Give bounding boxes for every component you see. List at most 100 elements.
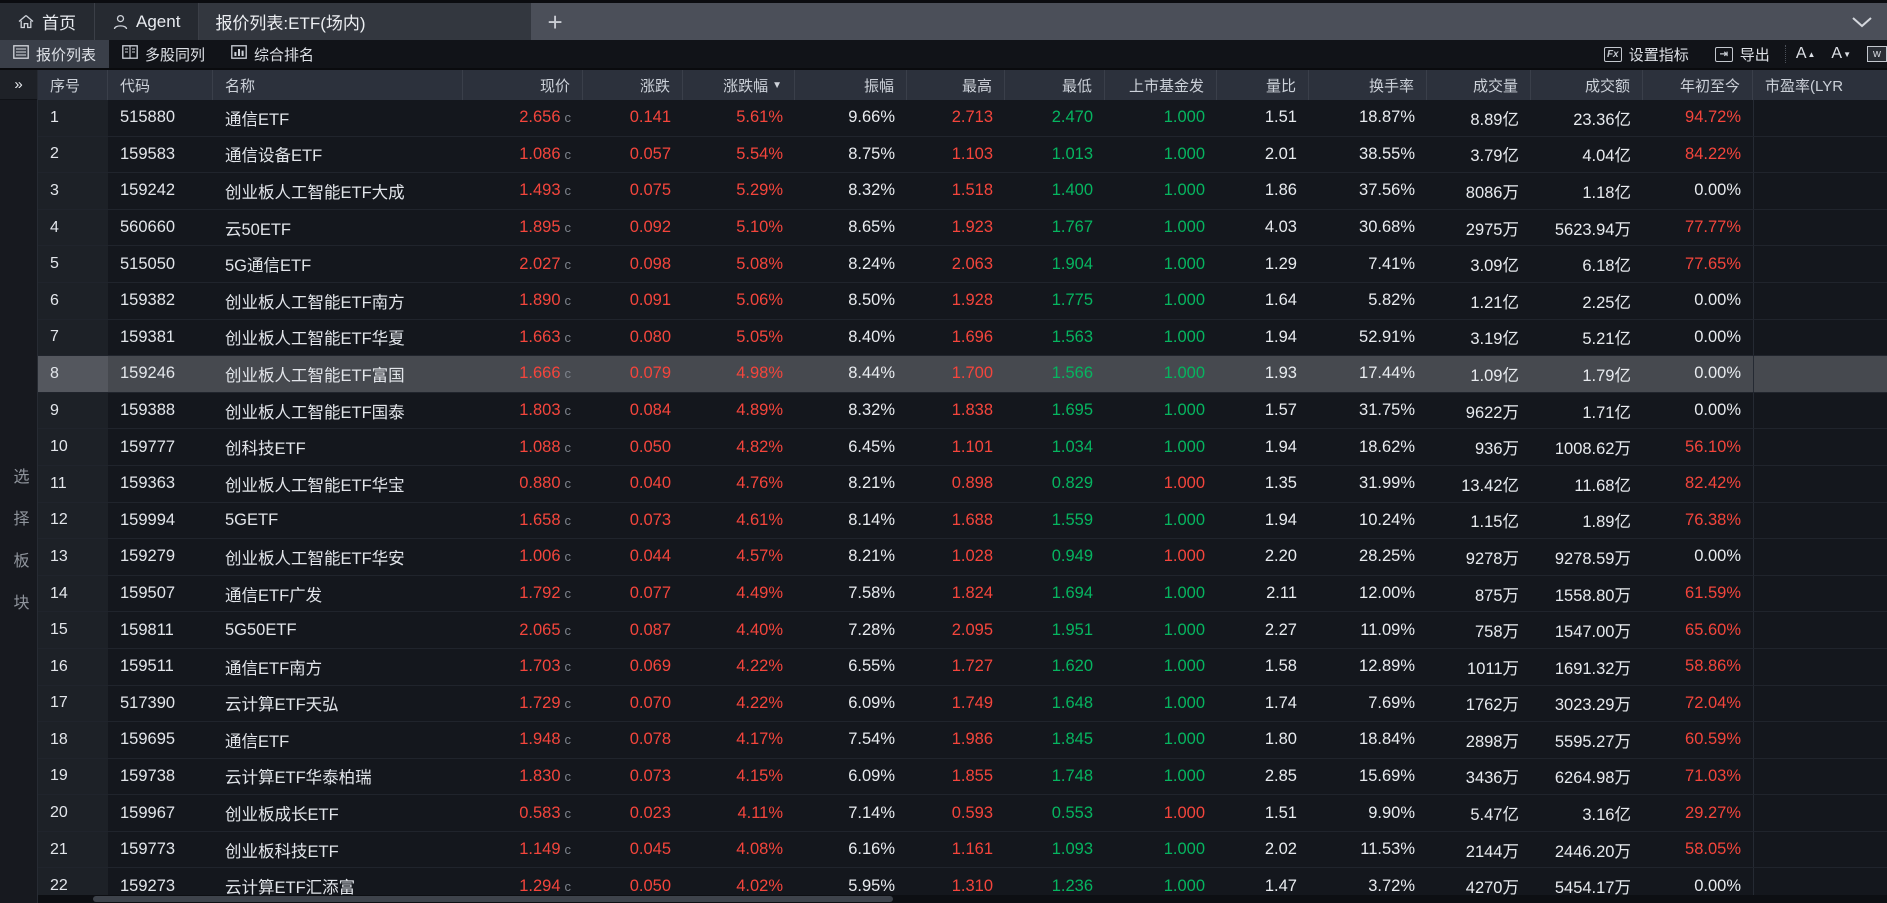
cell-amplitude: 8.32%	[848, 401, 895, 420]
cell-issue-price: 1.000	[1163, 327, 1205, 346]
trading-app-window: 首页 Agent 报价列表:ETF(场内) + 报价列表 多股同列 综合排名 F…	[0, 0, 1887, 903]
cell-volume-ratio: 2.20	[1264, 547, 1297, 566]
cell-ytd: 84.22%	[1685, 144, 1741, 163]
column-header-pe[interactable]: 市盈率(LYR	[1753, 70, 1887, 100]
table-row[interactable]: 4 560660 云50ETF 1.895 c 0.092 5.10% 8.65% 1.923 1…	[38, 209, 1887, 247]
column-header-pct[interactable]: 涨跌幅 ▼	[683, 70, 795, 100]
cell-pct: 4.11%	[737, 803, 783, 822]
table-row[interactable]: 3 159242 创业板人工智能ETF大成 1.493 c 0.075 5.29% 8.32%…	[38, 173, 1887, 210]
cell-price: 1.729 c	[519, 693, 571, 712]
table-row[interactable]: 16 159511 通信ETF南方 1.703 c 0.069 4.22% 6.55% 1.72…	[38, 648, 1887, 686]
column-header-code[interactable]: 代码	[108, 70, 213, 100]
cell-change: 0.080	[629, 327, 671, 346]
table-row[interactable]: 1 515880 通信ETF 2.656 c 0.141 5.61% 9.66% 2.713 2.…	[38, 100, 1887, 137]
table-row[interactable]: 17 517390 云计算ETF天弘 1.729 c 0.070 4.22% 6.09% 1.7…	[38, 685, 1887, 723]
cell-price: 1.803 c	[519, 401, 571, 420]
table-row[interactable]: 9 159388 创业板人工智能ETF国泰 1.803 c 0.084 4.89% 8.32%…	[38, 392, 1887, 430]
cell-issue-price: 1.000	[1163, 693, 1205, 712]
column-header-amount[interactable]: 成交额	[1531, 70, 1643, 100]
cell-amplitude: 8.32%	[848, 181, 895, 200]
font-decrease-button[interactable]: A ▼	[1823, 40, 1859, 68]
cell-low: 1.013	[1051, 144, 1093, 163]
cell-name: 创业板人工智能ETF国泰	[225, 403, 405, 422]
toolbar-multi-stock[interactable]: 多股同列	[109, 40, 218, 68]
cell-low: 1.648	[1051, 693, 1093, 712]
table-row[interactable]: 18 159695 通信ETF 1.948 c 0.078 4.17% 7.54% 1.986 1…	[38, 722, 1887, 759]
column-header-price[interactable]: 现价	[463, 70, 583, 100]
cell-low: 1.559	[1051, 510, 1093, 529]
cell-change: 0.077	[629, 584, 671, 603]
cell-amount: 2.25亿	[1582, 293, 1631, 312]
cell-pct: 4.89%	[736, 401, 783, 420]
column-header-high[interactable]: 最高	[907, 70, 1005, 100]
column-header-low[interactable]: 最低	[1005, 70, 1105, 100]
select-sector-vertical-tab[interactable]: 选择板块	[7, 468, 31, 636]
cell-amount: 5623.94万	[1554, 220, 1631, 239]
column-header-change[interactable]: 涨跌	[583, 70, 683, 100]
cell-volume: 1011万	[1467, 659, 1519, 678]
cell-pe	[1753, 831, 1887, 868]
cell-pe	[1753, 100, 1887, 136]
table-row[interactable]: 2 159583 通信设备ETF 1.086 c 0.057 5.54% 8.75% 1.103…	[38, 136, 1887, 174]
cell-ytd: 0.00%	[1694, 181, 1741, 200]
table-row[interactable]: 5 515050 5G通信ETF 2.027 c 0.098 5.08% 8.24% 2.063…	[38, 246, 1887, 283]
cell-pe	[1753, 795, 1887, 831]
font-increase-button[interactable]: A ▲	[1788, 40, 1824, 68]
cell-code: 159382	[120, 291, 176, 310]
toolbar-quote-list[interactable]: 报价列表	[0, 40, 110, 68]
cell-issue-price: 1.000	[1163, 510, 1205, 529]
horizontal-scrollbar[interactable]	[38, 895, 1887, 903]
cell-name: 创业板人工智能ETF富国	[225, 366, 405, 385]
column-header-seq[interactable]: 序号	[38, 70, 108, 100]
cell-amount: 1547.00万	[1554, 623, 1631, 642]
table-row[interactable]: 14 159507 通信ETF广发 1.792 c 0.077 4.49% 7.58% 1.82…	[38, 575, 1887, 613]
horizontal-scrollbar-thumb[interactable]	[93, 896, 893, 902]
cell-price: 1.948 c	[519, 730, 571, 749]
collapse-chevron-down-icon[interactable]	[1851, 16, 1873, 28]
table-row[interactable]: 6 159382 创业板人工智能ETF南方 1.890 c 0.091 5.06% 8.50%…	[38, 282, 1887, 320]
tab-agent[interactable]: Agent	[95, 3, 200, 40]
table-row[interactable]: 11 159363 创业板人工智能ETF华宝 0.880 c 0.040 4.76% 8.21…	[38, 465, 1887, 503]
cell-change: 0.141	[629, 108, 671, 127]
cell-seq: 11	[38, 465, 108, 502]
cell-high: 1.688	[951, 510, 993, 529]
cell-change: 0.073	[629, 766, 671, 785]
cell-pct: 4.40%	[736, 620, 783, 639]
w-tool-icon[interactable]: w	[1867, 46, 1887, 62]
table-row[interactable]: 12 159994 5GETF 1.658 c 0.073 4.61% 8.14% 1.688 1…	[38, 502, 1887, 540]
tab-quote-list-etf[interactable]: 报价列表:ETF(场内)	[199, 3, 532, 40]
new-tab-button[interactable]: +	[547, 9, 562, 35]
cell-high: 0.898	[951, 474, 993, 493]
column-header-issue[interactable]: 上市基金发	[1105, 70, 1217, 100]
column-header-volume[interactable]: 成交量	[1427, 70, 1531, 100]
cell-ytd: 76.38%	[1685, 510, 1741, 529]
cell-name: 创业板成长ETF	[225, 806, 339, 825]
table-row[interactable]: 10 159777 创科技ETF 1.088 c 0.050 4.82% 6.45% 1.101…	[38, 429, 1887, 466]
toolbar-multi-stock-label: 多股同列	[145, 46, 206, 64]
column-header-name[interactable]: 名称	[213, 70, 463, 100]
table-row[interactable]: 20 159967 创业板成长ETF 0.583 c 0.023 4.11% 7.14% 0.5…	[38, 795, 1887, 832]
export-button[interactable]: ⇥ 导出	[1702, 40, 1783, 68]
set-indicator-button[interactable]: Fx 设置指标	[1591, 40, 1702, 68]
toolbar-composite-rank[interactable]: 综合排名	[218, 40, 327, 68]
cell-low: 1.845	[1051, 730, 1093, 749]
cell-high: 1.727	[951, 657, 993, 676]
column-header-turnover[interactable]: 换手率	[1309, 70, 1427, 100]
column-header-ytd[interactable]: 年初至今	[1643, 70, 1753, 100]
cell-name: 创业板人工智能ETF南方	[225, 293, 405, 312]
table-row[interactable]: 13 159279 创业板人工智能ETF华安 1.006 c 0.044 4.57% 8.21…	[38, 539, 1887, 576]
expand-panel-button[interactable]: »	[0, 70, 37, 100]
column-header-amplitude[interactable]: 振幅	[795, 70, 907, 100]
cell-code: 159738	[120, 766, 176, 785]
tab-home[interactable]: 首页	[0, 3, 95, 40]
column-header-ratio[interactable]: 量比	[1217, 70, 1309, 100]
table-row[interactable]: 21 159773 创业板科技ETF 1.149 c 0.045 4.08% 6.16% 1.1…	[38, 831, 1887, 869]
table-row[interactable]: 15 159811 5G50ETF 2.065 c 0.087 4.40% 7.28% 2.09…	[38, 612, 1887, 649]
table-row[interactable]: 19 159738 云计算ETF华泰柏瑞 1.830 c 0.073 4.15% 6.09% 1…	[38, 758, 1887, 796]
cell-code: 159381	[120, 327, 176, 346]
table-row[interactable]: 8 159246 创业板人工智能ETF富国 1.666 c 0.079 4.98% 8.44%…	[38, 356, 1887, 393]
cell-amplitude: 8.65%	[848, 218, 895, 237]
table-row[interactable]: 7 159381 创业板人工智能ETF华夏 1.663 c 0.080 5.05% 8.40%…	[38, 319, 1887, 357]
cell-issue-price: 1.000	[1163, 766, 1205, 785]
tab-doc-label: 报价列表:ETF(场内)	[215, 14, 366, 33]
